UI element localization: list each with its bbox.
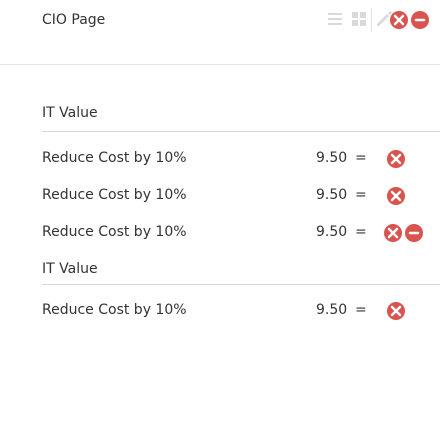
section-divider <box>42 131 440 132</box>
row-label: Reduce Cost by 10% <box>42 302 187 318</box>
row-label: Reduce Cost by 10% <box>42 224 187 240</box>
row-operator: = <box>355 187 367 203</box>
status-icon-pair <box>390 11 429 29</box>
list-icon[interactable] <box>324 8 346 30</box>
row-label: Reduce Cost by 10% <box>42 150 187 166</box>
row-value: 9.50 <box>316 302 348 318</box>
error-icon <box>387 187 405 205</box>
grid-icon[interactable] <box>348 8 370 30</box>
error-icon <box>387 150 405 168</box>
page-title: CIO Page <box>42 12 106 28</box>
error-icon <box>387 302 405 320</box>
row-value: 9.50 <box>316 224 348 240</box>
row-label: Reduce Cost by 10% <box>42 187 187 203</box>
row-operator: = <box>355 224 367 240</box>
status-icon-pair <box>384 224 423 242</box>
row-value: 9.50 <box>316 187 348 203</box>
section-divider <box>42 284 440 285</box>
row-value: 9.50 <box>316 150 348 166</box>
section-title: IT Value <box>42 105 98 121</box>
toolbar-divider <box>371 8 372 32</box>
page-header: CIO Page <box>0 0 440 65</box>
row-operator: = <box>355 302 367 318</box>
row-operator: = <box>355 150 367 166</box>
section-title: IT Value <box>42 261 98 277</box>
